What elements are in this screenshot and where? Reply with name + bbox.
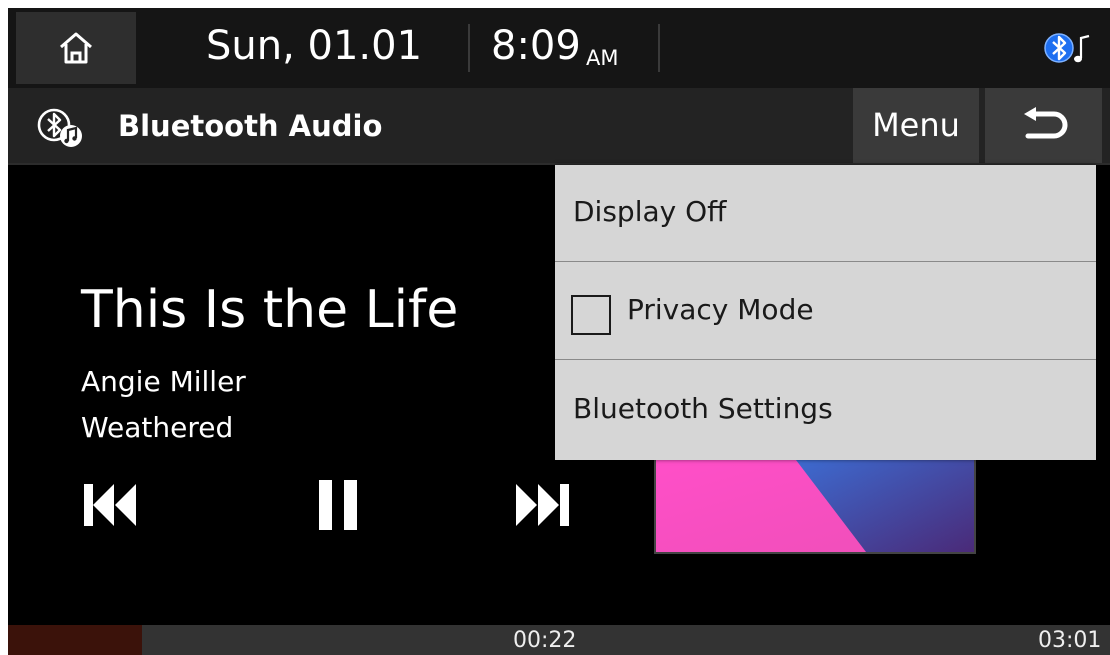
status-ampm: AM: [586, 46, 619, 70]
track-artist: Angie Miller: [81, 365, 246, 398]
menu-item-privacy-mode[interactable]: Privacy Mode: [555, 263, 1096, 360]
options-menu: Display Off Privacy Mode Bluetooth Setti…: [555, 165, 1096, 460]
privacy-mode-checkbox[interactable]: [571, 295, 611, 335]
menu-item-bluetooth-settings[interactable]: Bluetooth Settings: [555, 362, 1096, 459]
menu-item-display-off[interactable]: Display Off: [555, 165, 1096, 262]
bluetooth-music-icon: [37, 108, 82, 147]
status-time: 8:09: [491, 23, 581, 69]
menu-button[interactable]: Menu: [853, 88, 979, 163]
menu-item-label: Bluetooth Settings: [573, 392, 833, 425]
pause-icon: [319, 480, 357, 530]
menu-item-label: Display Off: [573, 195, 727, 228]
track-album: Weathered: [81, 411, 234, 444]
status-divider: [468, 24, 470, 72]
status-bar: Sun, 01.01 8:09 AM: [8, 8, 1110, 88]
home-button[interactable]: [16, 12, 136, 84]
next-track-button[interactable]: [502, 475, 582, 535]
page-title: Bluetooth Audio: [118, 109, 383, 143]
pause-button[interactable]: [298, 475, 378, 535]
album-art-image: [656, 460, 974, 552]
home-icon: [60, 32, 92, 64]
previous-track-button[interactable]: [70, 475, 150, 535]
progress-fill: [8, 625, 142, 655]
head-unit-screen: Sun, 01.01 8:09 AM Bluetooth Audio Menu: [8, 8, 1110, 655]
bluetooth-audio-connected-icon: [1044, 33, 1090, 63]
header-bar: Bluetooth Audio Menu: [8, 88, 1110, 165]
back-arrow-icon: [1023, 106, 1067, 138]
elapsed-time: 00:22: [513, 628, 577, 653]
status-divider: [658, 24, 660, 72]
total-time: 03:01: [1038, 628, 1102, 653]
album-art: [654, 458, 976, 554]
status-date: Sun, 01.01: [206, 23, 423, 69]
track-title: This Is the Life: [81, 280, 459, 340]
skip-next-icon: [516, 484, 569, 526]
menu-item-label: Privacy Mode: [627, 293, 814, 326]
back-button[interactable]: [985, 88, 1102, 163]
skip-previous-icon: [84, 484, 136, 526]
